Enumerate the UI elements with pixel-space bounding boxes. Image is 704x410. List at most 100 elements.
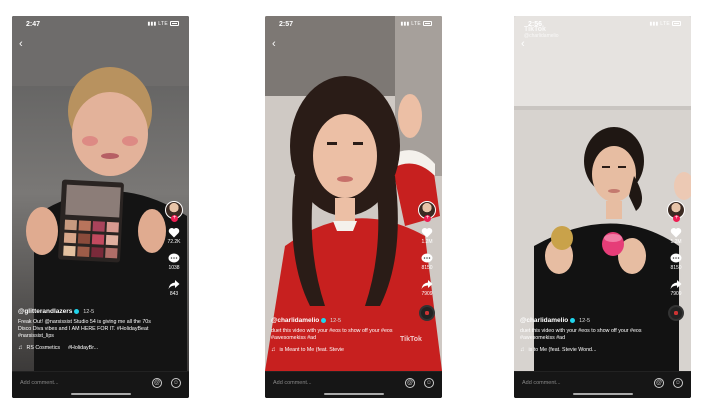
caption-text: duet this video with your #eos to show o… xyxy=(271,328,393,341)
creator-handle[interactable]: @glitterandlazers 12-5 xyxy=(18,308,158,315)
like-count: 1.2M xyxy=(670,239,682,245)
comment-input[interactable]: Add comment... xyxy=(20,380,59,386)
battery-icon xyxy=(170,21,179,27)
watermark-handle: @charlidamelio xyxy=(524,33,559,39)
heart-icon xyxy=(168,227,180,238)
music-disc-icon[interactable] xyxy=(419,305,435,321)
comment-bubble-icon xyxy=(168,253,180,263)
handle-text[interactable]: @glitterandlazers xyxy=(18,308,72,315)
handle-text[interactable]: @charlidamelio xyxy=(520,317,568,324)
like-button[interactable]: 72.2K xyxy=(167,227,181,245)
sound-row[interactable]: ♫ is to Me (feat. Stevie Wond... xyxy=(520,347,660,353)
comment-bar: Add comment... @ ☺ xyxy=(514,371,691,398)
status-time: 2:47 xyxy=(26,21,41,28)
creator-avatar[interactable]: + xyxy=(418,201,436,222)
video-caption: @charlidamelio 12-5 duet this video with… xyxy=(520,317,660,353)
comment-count: 8150 xyxy=(670,265,682,271)
creator-handle[interactable]: @charlidamelio 12-5 xyxy=(520,317,660,324)
caption-text: Freak Out! @narsissist Studio 54 is givi… xyxy=(18,319,151,339)
tiktok-watermark: TikTok @charlidamelio xyxy=(524,26,559,39)
heart-icon xyxy=(670,227,682,238)
at-sign-icon[interactable]: @ xyxy=(152,378,162,388)
share-arrow-icon xyxy=(670,280,682,289)
sound-extra: #HolidayBr... xyxy=(68,345,99,351)
share-count: 7909 xyxy=(670,291,682,297)
creator-avatar[interactable]: + xyxy=(667,201,685,222)
sound-name[interactable]: is Meant to Me (feat. Stevie xyxy=(280,347,344,353)
share-count: 7909 xyxy=(421,291,433,297)
share-arrow-icon xyxy=(421,280,433,289)
like-count: 1.2M xyxy=(421,239,433,245)
verified-badge-icon xyxy=(74,308,80,314)
comment-button[interactable]: 8150 xyxy=(421,253,433,271)
like-button[interactable]: 1.2M xyxy=(421,227,433,245)
status-indicators: ▮▮▮ LTE xyxy=(400,21,432,27)
follow-plus-icon[interactable]: + xyxy=(171,215,178,222)
home-indicator xyxy=(572,393,633,395)
creator-handle[interactable]: @charlidamelio 12-5 xyxy=(271,317,411,324)
home-indicator xyxy=(323,393,384,395)
video-caption: @glitterandlazers 12-5 Freak Out! @narsi… xyxy=(18,308,158,351)
at-sign-icon[interactable]: @ xyxy=(654,378,664,388)
emoji-icon[interactable]: ☺ xyxy=(424,378,434,388)
music-note-icon: ♫ xyxy=(520,347,525,353)
post-date: 12-5 xyxy=(330,318,342,324)
post-date: 12-5 xyxy=(579,318,591,324)
follow-plus-icon[interactable]: + xyxy=(424,215,431,222)
share-button[interactable]: 843 xyxy=(168,279,180,297)
handle-text[interactable]: @charlidamelio xyxy=(271,317,319,324)
sound-row[interactable]: ♫ RS Cosmetics #HolidayBr... xyxy=(18,345,158,351)
comment-button[interactable]: 8150 xyxy=(670,253,682,271)
action-rail: + 72.2K 1038 843 xyxy=(162,201,186,297)
share-button[interactable]: 7909 xyxy=(421,279,433,297)
back-chevron-icon[interactable]: ‹ xyxy=(272,38,276,50)
sound-name[interactable]: RS Cosmetics xyxy=(27,345,61,351)
comment-bar: Add comment... @ ☺ xyxy=(12,371,189,398)
battery-icon xyxy=(423,21,432,27)
comment-tools: @ ☺ xyxy=(152,378,181,388)
comment-button[interactable]: 1038 xyxy=(168,253,180,271)
comment-input[interactable]: Add comment... xyxy=(273,380,312,386)
network-label: LTE xyxy=(158,21,168,27)
comment-bar: Add comment... @ ☺ xyxy=(265,371,442,398)
share-button[interactable]: 7909 xyxy=(670,279,682,297)
sound-row[interactable]: ♫ is Meant to Me (feat. Stevie xyxy=(271,347,411,353)
tiktok-screens-collage: 2:47 ▮▮▮ LTE ‹ + 72.2K 1038 843 @glitter… xyxy=(0,0,704,410)
caption-text: duet this video with your #eos to show o… xyxy=(520,328,642,341)
like-count: 72.2K xyxy=(167,239,181,245)
at-sign-icon[interactable]: @ xyxy=(405,378,415,388)
back-chevron-icon[interactable]: ‹ xyxy=(521,38,525,50)
status-time: 2:57 xyxy=(279,21,294,28)
emoji-icon[interactable]: ☺ xyxy=(673,378,683,388)
action-rail: + 1.2M 8150 7909 xyxy=(664,201,688,321)
share-arrow-icon xyxy=(168,280,180,289)
verified-badge-icon xyxy=(570,317,576,323)
phone-screen-charlidamelio-eos: 2:56 ▮▮▮ LTE ‹ TikTok @charlidamelio + 1.… xyxy=(514,16,691,398)
comment-count: 8150 xyxy=(421,265,433,271)
status-indicators: ▮▮▮ LTE xyxy=(649,21,681,27)
creator-avatar[interactable]: + xyxy=(165,201,183,222)
home-indicator xyxy=(70,393,131,395)
like-button[interactable]: 1.2M xyxy=(670,227,682,245)
music-note-icon: ♫ xyxy=(271,347,276,353)
network-label: LTE xyxy=(411,21,421,27)
comment-tools: @ ☺ xyxy=(654,378,683,388)
status-indicators: ▮▮▮ LTE xyxy=(147,21,179,27)
status-bar: 2:57 ▮▮▮ LTE xyxy=(265,20,442,32)
battery-icon xyxy=(672,21,681,27)
comment-input[interactable]: Add comment... xyxy=(522,380,561,386)
music-note-icon: ♫ xyxy=(18,345,23,351)
phone-screen-glitterandlazers: 2:47 ▮▮▮ LTE ‹ + 72.2K 1038 843 @glitter… xyxy=(12,16,189,398)
emoji-icon[interactable]: ☺ xyxy=(171,378,181,388)
verified-badge-icon xyxy=(321,317,327,323)
phone-screen-charlidamelio-santa: 2:57 ▮▮▮ LTE ‹ TikTok + 1.2M 8150 7909 @… xyxy=(265,16,442,398)
music-disc-icon[interactable] xyxy=(668,305,684,321)
network-label: LTE xyxy=(660,21,670,27)
back-chevron-icon[interactable]: ‹ xyxy=(19,38,23,50)
sound-name[interactable]: is to Me (feat. Stevie Wond... xyxy=(529,347,597,353)
post-date: 12-5 xyxy=(83,309,95,315)
follow-plus-icon[interactable]: + xyxy=(673,215,680,222)
comment-bubble-icon xyxy=(421,253,433,263)
status-bar: 2:47 ▮▮▮ LTE xyxy=(12,20,189,32)
share-count: 843 xyxy=(169,291,179,297)
